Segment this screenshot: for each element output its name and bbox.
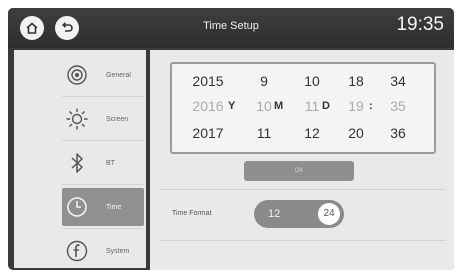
head-unit-screen: Time Setup 19:35 General Screen BT Time … [8, 8, 454, 270]
time-format-toggle[interactable]: 12 24 [254, 200, 344, 228]
date-time-picker[interactable]: 2015 9 10 18 34 2016 Y 10 M 11 D 19 : 35… [170, 62, 436, 154]
hour-prev[interactable]: 18 [336, 70, 376, 92]
day-prev[interactable]: 10 [292, 70, 332, 92]
minute-next[interactable]: 36 [378, 122, 418, 144]
page-title: Time Setup [203, 20, 259, 32]
sidebar-item-label: General [106, 71, 131, 79]
sidebar-item-label: Screen [106, 115, 129, 123]
year-prev[interactable]: 2015 [188, 70, 228, 92]
divider [62, 228, 144, 229]
minute-prev[interactable]: 34 [378, 70, 418, 92]
divider [62, 140, 144, 141]
divider [160, 240, 446, 241]
info-icon [62, 236, 92, 266]
sidebar-item-general[interactable]: General [62, 56, 144, 94]
year-current[interactable]: 2016 [188, 95, 228, 117]
time-setup-panel: 2015 9 10 18 34 2016 Y 10 M 11 D 19 : 35… [150, 50, 454, 270]
time-format-option-24[interactable]: 24 [318, 203, 340, 225]
sidebar-item-bt[interactable]: BT [62, 144, 144, 182]
picker-row-current: 2016 Y 10 M 11 D 19 : 35 [172, 95, 434, 117]
sidebar-item-label: System [106, 247, 130, 255]
settings-sidebar: General Screen BT Time System [14, 50, 146, 268]
hour-next[interactable]: 20 [336, 122, 376, 144]
ok-button[interactable]: OK [244, 161, 354, 181]
divider [62, 96, 144, 97]
picker-row-next: 2017 11 12 20 36 [172, 122, 434, 144]
divider [160, 189, 446, 190]
time-separator: : [369, 100, 373, 112]
sidebar-item-system[interactable]: System [62, 232, 144, 270]
month-next[interactable]: 11 [244, 122, 284, 144]
brightness-icon [62, 104, 92, 134]
time-format-label: Time Format [172, 210, 212, 217]
day-unit: D [322, 100, 330, 112]
year-next[interactable]: 2017 [188, 122, 228, 144]
clock-icon [62, 192, 92, 222]
minute-current[interactable]: 35 [378, 95, 418, 117]
day-next[interactable]: 12 [292, 122, 332, 144]
sidebar-item-time[interactable]: Time [62, 188, 144, 226]
year-unit: Y [228, 100, 236, 112]
sidebar-item-label: Time [106, 203, 122, 211]
gear-icon [62, 60, 92, 90]
month-unit: M [274, 100, 284, 112]
bluetooth-icon [62, 148, 92, 178]
sidebar-item-label: BT [106, 159, 115, 167]
clock: 19:35 [396, 14, 444, 35]
divider [62, 184, 144, 185]
sidebar-item-screen[interactable]: Screen [62, 100, 144, 138]
time-format-option-12[interactable]: 12 [268, 200, 280, 228]
month-prev[interactable]: 9 [244, 70, 284, 92]
top-bar: Time Setup 19:35 [8, 8, 454, 48]
picker-row-previous: 2015 9 10 18 34 [172, 70, 434, 92]
